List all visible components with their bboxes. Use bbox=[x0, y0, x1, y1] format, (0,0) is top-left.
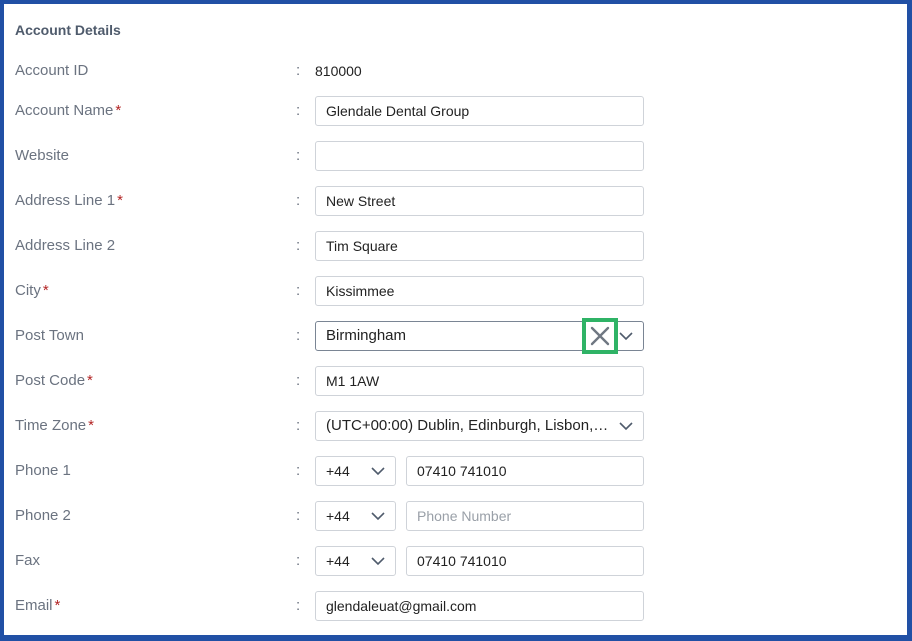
row-fax: Fax : +44 bbox=[4, 546, 907, 576]
account-name-label: Account Name * bbox=[15, 102, 122, 119]
account-id-value: 810000 bbox=[315, 63, 362, 79]
row-website: Website : bbox=[4, 141, 907, 171]
row-email: Email * : bbox=[4, 591, 907, 621]
address-line-2-input[interactable] bbox=[315, 231, 644, 261]
required-mark: * bbox=[117, 192, 123, 209]
required-mark: * bbox=[42, 282, 49, 299]
colon: : bbox=[296, 237, 301, 254]
required-mark: * bbox=[88, 417, 94, 434]
time-zone-label: Time Zone * bbox=[15, 417, 94, 434]
colon: : bbox=[296, 507, 301, 524]
row-address-line-2: Address Line 2 : bbox=[4, 231, 907, 261]
post-town-label: Post Town bbox=[15, 327, 84, 344]
chevron-down-icon bbox=[371, 557, 385, 566]
row-account-id: Account ID : 810000 bbox=[4, 56, 907, 86]
account-name-input[interactable] bbox=[315, 96, 644, 126]
colon: : bbox=[296, 552, 301, 569]
address-line-2-label: Address Line 2 bbox=[15, 237, 116, 254]
post-code-label: Post Code * bbox=[15, 372, 93, 389]
account-id-label: Account ID bbox=[15, 62, 89, 79]
phone-1-country-code-select[interactable]: +44 bbox=[315, 456, 396, 486]
required-mark: * bbox=[87, 372, 93, 389]
chevron-down-icon bbox=[619, 332, 633, 341]
row-address-line-1: Address Line 1 * : bbox=[4, 186, 907, 216]
city-label: City * bbox=[15, 282, 49, 299]
colon: : bbox=[296, 597, 301, 614]
row-phone-2: Phone 2 : +44 bbox=[4, 501, 907, 531]
fax-country-code: +44 bbox=[326, 553, 350, 569]
post-town-selected: Birmingham bbox=[326, 327, 407, 344]
colon: : bbox=[296, 147, 301, 164]
address-line-1-label: Address Line 1 * bbox=[15, 192, 123, 209]
colon: : bbox=[296, 192, 301, 209]
row-post-town: Post Town : Birmingham bbox=[4, 318, 907, 354]
row-phone-1: Phone 1 : +44 bbox=[4, 456, 907, 486]
colon: : bbox=[296, 462, 301, 479]
required-mark: * bbox=[115, 102, 122, 119]
chevron-down-icon bbox=[371, 512, 385, 521]
website-label: Website bbox=[15, 147, 69, 164]
close-icon bbox=[590, 326, 610, 346]
required-mark: * bbox=[54, 597, 61, 614]
colon: : bbox=[296, 327, 301, 344]
section-title: Account Details bbox=[15, 22, 121, 38]
account-details-panel: Account Details Account ID : 810000 Acco… bbox=[4, 4, 907, 635]
colon: : bbox=[296, 417, 301, 434]
chevron-down-icon bbox=[371, 467, 385, 476]
phone-2-input[interactable] bbox=[406, 501, 644, 531]
phone-1-label: Phone 1 bbox=[15, 462, 71, 479]
phone-1-input[interactable] bbox=[406, 456, 644, 486]
phone-2-country-code: +44 bbox=[326, 508, 350, 524]
post-town-clear-button[interactable] bbox=[582, 318, 618, 354]
row-post-code: Post Code * : bbox=[4, 366, 907, 396]
row-account-name: Account Name * : bbox=[4, 96, 907, 126]
fax-country-code-select[interactable]: +44 bbox=[315, 546, 396, 576]
colon: : bbox=[296, 62, 301, 79]
email-label: Email * bbox=[15, 597, 61, 614]
row-time-zone: Time Zone * : (UTC+00:00) Dublin, Edinbur… bbox=[4, 411, 907, 441]
website-input[interactable] bbox=[315, 141, 644, 171]
time-zone-selected: (UTC+00:00) Dublin, Edinburgh, Lisbon, L… bbox=[326, 417, 609, 434]
post-code-input[interactable] bbox=[315, 366, 644, 396]
fax-label: Fax bbox=[15, 552, 41, 569]
address-line-1-input[interactable] bbox=[315, 186, 644, 216]
phone-2-label: Phone 2 bbox=[15, 507, 71, 524]
row-city: City * : bbox=[4, 276, 907, 306]
time-zone-select[interactable]: (UTC+00:00) Dublin, Edinburgh, Lisbon, L… bbox=[315, 411, 644, 441]
phone-1-country-code: +44 bbox=[326, 463, 350, 479]
chevron-down-icon bbox=[619, 422, 633, 431]
colon: : bbox=[296, 372, 301, 389]
colon: : bbox=[296, 102, 301, 119]
post-town-select[interactable]: Birmingham bbox=[315, 318, 644, 354]
colon: : bbox=[296, 282, 301, 299]
phone-2-country-code-select[interactable]: +44 bbox=[315, 501, 396, 531]
city-input[interactable] bbox=[315, 276, 644, 306]
fax-input[interactable] bbox=[406, 546, 644, 576]
email-input[interactable] bbox=[315, 591, 644, 621]
